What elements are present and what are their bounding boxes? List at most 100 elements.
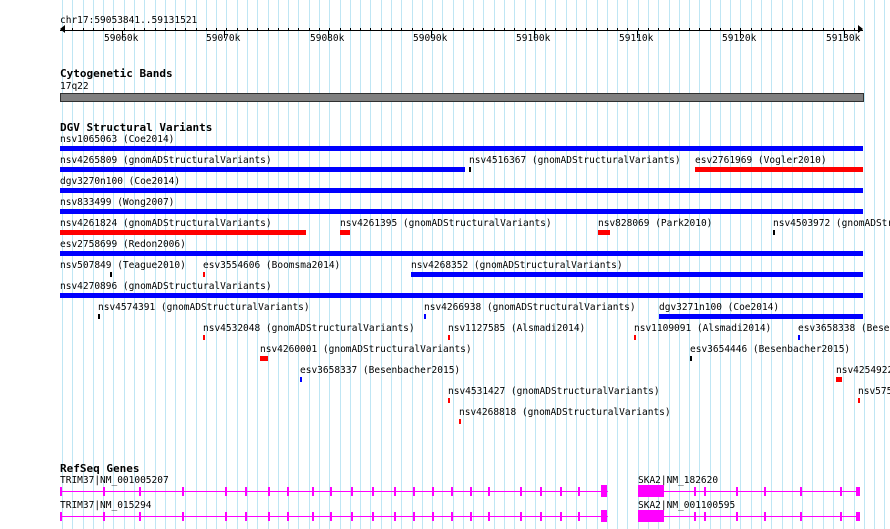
ruler-minor-tick <box>586 28 587 31</box>
gene-exon[interactable] <box>330 487 332 496</box>
gene-exon[interactable] <box>736 512 738 521</box>
gene-exon[interactable] <box>182 512 184 521</box>
gene-exon[interactable] <box>578 512 580 521</box>
gene-exon[interactable] <box>736 487 738 496</box>
grid-line <box>401 0 402 529</box>
dgv-variant-bar[interactable] <box>424 314 426 319</box>
dgv-variant-label: nsv833499 (Wong2007) <box>60 197 175 208</box>
dgv-variant-bar[interactable] <box>60 251 863 256</box>
dgv-variant-bar[interactable] <box>260 356 268 361</box>
gene-exon[interactable] <box>60 512 62 521</box>
gene-exon[interactable] <box>139 512 141 521</box>
dgv-variant-bar[interactable] <box>340 230 350 235</box>
gene-exon[interactable] <box>840 487 842 496</box>
gene-exon[interactable] <box>60 487 62 496</box>
gene-exon[interactable] <box>540 512 542 521</box>
gene-exon[interactable] <box>330 512 332 521</box>
gene-exon[interactable] <box>413 487 415 496</box>
dgv-variant-bar[interactable] <box>60 167 465 172</box>
dgv-variant-bar[interactable] <box>598 230 610 235</box>
ruler-minor-tick <box>432 28 433 31</box>
gene-exon[interactable] <box>764 487 766 496</box>
dgv-variant-bar[interactable] <box>300 377 302 382</box>
dgv-variant-bar[interactable] <box>98 314 100 319</box>
gene-exon[interactable] <box>764 512 766 521</box>
dgv-variant-bar[interactable] <box>690 356 692 361</box>
dgv-variant-bar[interactable] <box>411 272 863 277</box>
dgv-variant-bar[interactable] <box>659 314 863 319</box>
ruler-minor-tick <box>103 28 104 31</box>
dgv-variant-bar[interactable] <box>469 167 471 172</box>
gene-exon[interactable] <box>413 512 415 521</box>
gene-exon[interactable] <box>520 487 522 496</box>
gene-exon[interactable] <box>245 512 247 521</box>
gene-exon[interactable] <box>800 512 802 521</box>
gene-exon[interactable] <box>488 487 490 496</box>
gene-exon[interactable] <box>520 512 522 521</box>
gene-exon[interactable] <box>470 512 472 521</box>
genome-browser-view[interactable]: chr17:59053841..59131521 59060k 59070k 590… <box>0 0 890 529</box>
gene-exon[interactable] <box>139 487 141 496</box>
gene-exon[interactable] <box>432 512 434 521</box>
gene-exon[interactable] <box>225 512 227 521</box>
gene-exon[interactable] <box>451 512 453 521</box>
gene-exon[interactable] <box>694 487 696 496</box>
gene-exon[interactable] <box>268 487 270 496</box>
dgv-variant-bar[interactable] <box>459 419 461 424</box>
gene-exon[interactable] <box>638 485 664 497</box>
grid-line <box>658 0 659 529</box>
gene-exon[interactable] <box>856 487 860 496</box>
dgv-variant-bar[interactable] <box>110 272 112 277</box>
gene-exon[interactable] <box>287 512 289 521</box>
dgv-variant-bar[interactable] <box>836 377 842 382</box>
gene-exon[interactable] <box>488 512 490 521</box>
gene-exon[interactable] <box>312 512 314 521</box>
gene-exon[interactable] <box>287 487 289 496</box>
gene-exon[interactable] <box>394 512 396 521</box>
gene-exon[interactable] <box>840 512 842 521</box>
dgv-variant-bar[interactable] <box>60 209 863 214</box>
gene-exon[interactable] <box>225 487 227 496</box>
dgv-variant-bar[interactable] <box>695 167 863 172</box>
gene-exon[interactable] <box>268 512 270 521</box>
dgv-variant-bar[interactable] <box>203 272 205 277</box>
dgv-variant-bar[interactable] <box>203 335 205 340</box>
dgv-variant-bar[interactable] <box>60 188 863 193</box>
dgv-variant-bar[interactable] <box>448 335 450 340</box>
gene-exon[interactable] <box>704 487 706 496</box>
dgv-variant-bar[interactable] <box>773 230 775 235</box>
gene-exon[interactable] <box>103 487 105 496</box>
gene-exon[interactable] <box>372 512 374 521</box>
gene-exon[interactable] <box>578 487 580 496</box>
gene-exon[interactable] <box>560 487 562 496</box>
gene-exon[interactable] <box>451 487 453 496</box>
dgv-variant-bar[interactable] <box>634 335 636 340</box>
dgv-variant-bar[interactable] <box>60 146 863 151</box>
gene-exon[interactable] <box>540 487 542 496</box>
gene-exon[interactable] <box>704 512 706 521</box>
gene-exon[interactable] <box>351 487 353 496</box>
dgv-variant-bar[interactable] <box>448 398 450 403</box>
dgv-variant-bar[interactable] <box>60 230 306 235</box>
gene-exon[interactable] <box>372 487 374 496</box>
gene-exon[interactable] <box>103 512 105 521</box>
gene-exon[interactable] <box>470 487 472 496</box>
gene-exon[interactable] <box>638 510 664 522</box>
gene-exon[interactable] <box>694 512 696 521</box>
gene-exon[interactable] <box>432 487 434 496</box>
cyto-band-bar[interactable] <box>60 93 864 102</box>
gene-exon[interactable] <box>856 512 860 521</box>
gene-exon[interactable] <box>245 487 247 496</box>
gene-exon[interactable] <box>182 487 184 496</box>
dgv-variant-bar[interactable] <box>858 398 860 403</box>
grid-line <box>802 0 803 529</box>
gene-exon[interactable] <box>601 510 607 522</box>
gene-exon[interactable] <box>394 487 396 496</box>
gene-exon[interactable] <box>601 485 607 497</box>
gene-exon[interactable] <box>312 487 314 496</box>
gene-exon[interactable] <box>560 512 562 521</box>
dgv-variant-bar[interactable] <box>798 335 800 340</box>
gene-exon[interactable] <box>800 487 802 496</box>
gene-exon[interactable] <box>351 512 353 521</box>
dgv-variant-bar[interactable] <box>60 293 863 298</box>
